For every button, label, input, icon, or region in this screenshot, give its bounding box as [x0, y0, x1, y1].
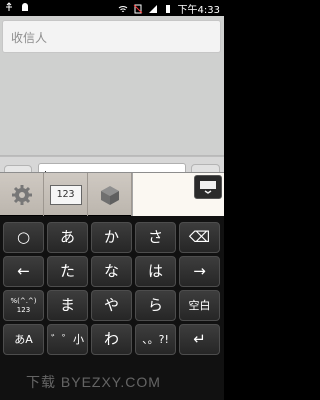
number-mode-label: 123	[49, 184, 82, 205]
status-time: 下午4:33	[177, 5, 220, 16]
key-ka[interactable]: か	[91, 222, 132, 253]
messaging-app: 收信人	[0, 16, 224, 169]
key-left-arrow[interactable]: ←	[3, 256, 44, 287]
input-mode-label: あA	[14, 333, 33, 346]
key-ra[interactable]: ら	[135, 290, 176, 321]
symbol-key-label: %(^.^) 123	[10, 296, 37, 314]
key-ha[interactable]: は	[135, 256, 176, 287]
key-space[interactable]: 空白	[179, 290, 220, 321]
ime-number-mode-button[interactable]: 123	[44, 173, 88, 216]
right-arrow-icon: →	[193, 262, 206, 280]
key-label: さ	[147, 228, 163, 246]
punctuation-key-label: 、。?!	[142, 333, 169, 346]
key-symbol-number[interactable]: %(^.^) 123	[3, 290, 44, 321]
gear-icon	[11, 184, 32, 205]
key-label: た	[59, 262, 75, 280]
ime-candidate-area	[132, 173, 224, 216]
wifi-icon	[118, 5, 127, 12]
emoji-key-label: ○	[16, 228, 31, 246]
status-bar: 下午4:33	[0, 0, 224, 16]
key-label: わ	[103, 330, 119, 348]
key-wa[interactable]: わ	[91, 324, 132, 355]
key-sa[interactable]: さ	[135, 222, 176, 253]
key-emoji[interactable]: ○	[3, 222, 44, 253]
android-icon	[22, 3, 28, 11]
key-label: か	[103, 228, 119, 246]
key-punctuation[interactable]: 、。?!	[135, 324, 176, 355]
key-na[interactable]: な	[91, 256, 132, 287]
keyboard-hide-button[interactable]	[194, 175, 222, 199]
key-label: は	[147, 262, 163, 280]
key-label: や	[103, 296, 119, 314]
key-label: ら	[147, 296, 163, 314]
key-input-mode[interactable]: あA	[3, 324, 44, 355]
key-ya[interactable]: や	[91, 290, 132, 321]
recipient-placeholder: 收信人	[11, 31, 48, 45]
key-ma[interactable]: ま	[47, 290, 88, 321]
backspace-icon: ⌫	[188, 228, 211, 246]
battery-icon	[165, 4, 170, 13]
enter-icon: ↵	[193, 330, 206, 348]
signal-icon	[148, 4, 157, 13]
key-dakuten[interactable]: ゛゜小	[47, 324, 88, 355]
cube-icon	[100, 185, 119, 205]
key-enter[interactable]: ↵	[179, 324, 220, 355]
key-label: ま	[59, 296, 75, 314]
ime-settings-button[interactable]	[0, 173, 44, 216]
recipient-field[interactable]: 收信人	[2, 20, 221, 53]
japanese-keyboard: ○ あ か さ ⌫ ← た な は → %(^.^) 123 ま や ら 空白 …	[0, 216, 224, 400]
key-right-arrow[interactable]: →	[179, 256, 220, 287]
key-backspace[interactable]: ⌫	[179, 222, 220, 253]
key-label: あ	[59, 228, 75, 246]
dakuten-key-label: ゛゜小	[51, 333, 84, 346]
ime-toolbar: 123	[0, 172, 224, 216]
keyboard-hide-icon	[200, 181, 216, 194]
usb-icon	[6, 2, 12, 11]
key-a[interactable]: あ	[47, 222, 88, 253]
space-key-label: 空白	[188, 299, 211, 312]
ime-cube-button[interactable]	[88, 173, 132, 216]
key-label: な	[103, 262, 119, 280]
left-arrow-icon: ←	[17, 262, 30, 280]
no-sim-icon	[133, 4, 142, 13]
key-ta[interactable]: た	[47, 256, 88, 287]
